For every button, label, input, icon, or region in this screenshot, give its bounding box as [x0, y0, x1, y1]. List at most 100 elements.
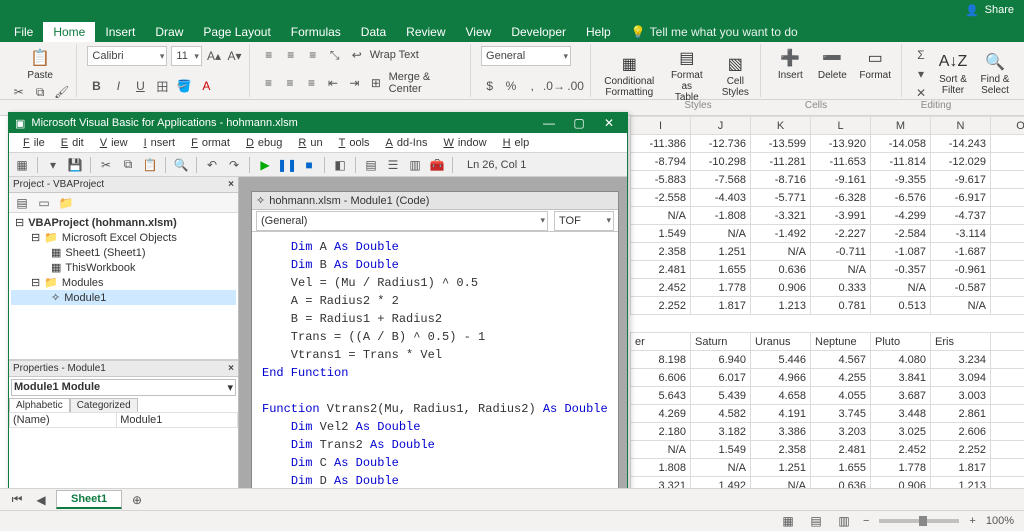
border-button[interactable]: 田	[153, 77, 171, 95]
table-row[interactable]: 2.4521.7780.9060.333N/A-0.587	[631, 279, 1024, 297]
table-row[interactable]: 2.3581.251N/A-0.711-1.087-1.687	[631, 243, 1024, 261]
currency-icon[interactable]: $	[481, 77, 498, 95]
vba-titlebar[interactable]: ▣ Microsoft Visual Basic for Application…	[9, 113, 627, 133]
align-center-icon[interactable]: ≡	[281, 74, 298, 92]
tree-minus-icon[interactable]: ⊟	[31, 231, 40, 244]
vba-menu-insert[interactable]: Insert	[136, 135, 180, 151]
find-select-button[interactable]: 🔍Find & Select	[976, 50, 1014, 98]
clear-icon[interactable]: ✕	[912, 84, 930, 102]
ribbon-tab-insert[interactable]: Insert	[95, 22, 145, 42]
props-tab-categorized[interactable]: Categorized	[70, 398, 138, 412]
vba-menu-edit[interactable]: Edit	[53, 135, 88, 151]
toolbox-icon[interactable]: 🧰	[428, 156, 446, 174]
paste-icon[interactable]: 📋	[141, 156, 159, 174]
undo-icon[interactable]: ↶	[203, 156, 221, 174]
fill-color-button[interactable]: 🪣	[175, 77, 193, 95]
col-header[interactable]: N	[931, 117, 991, 135]
underline-button[interactable]: U	[131, 77, 149, 95]
indent-inc-icon[interactable]: ⇥	[346, 74, 363, 92]
close-icon[interactable]: ✕	[597, 115, 621, 131]
run-icon[interactable]: ▶	[256, 156, 274, 174]
minimize-icon[interactable]: ―	[537, 115, 561, 131]
project-explorer-icon[interactable]: ▤	[362, 156, 380, 174]
properties-icon[interactable]: ☰	[384, 156, 402, 174]
increase-font-icon[interactable]: A▴	[206, 47, 222, 65]
tree-minus-icon[interactable]: ⊟	[15, 216, 24, 229]
tree-module1[interactable]: Module1	[64, 292, 106, 304]
ribbon-tab-help[interactable]: Help	[576, 22, 621, 42]
zoom-out-icon[interactable]: −	[863, 515, 869, 527]
font-size-combo[interactable]: 11	[171, 46, 201, 66]
indent-dec-icon[interactable]: ⇤	[324, 74, 341, 92]
vba-menu-help[interactable]: Help	[495, 135, 534, 151]
save-icon[interactable]: 💾	[66, 156, 84, 174]
sheet-nav-first-icon[interactable]: ⏮	[8, 491, 26, 509]
table-row[interactable]: 8.1986.9405.4464.5674.0803.234	[631, 351, 1024, 369]
col-header[interactable]: I	[631, 117, 691, 135]
project-root[interactable]: VBAProject (hohmann.xlsm)	[28, 217, 177, 229]
cut-icon[interactable]: ✂	[97, 156, 115, 174]
align-top-icon[interactable]: ≡	[260, 46, 278, 64]
format-painter-icon[interactable]: 🖌	[53, 83, 70, 101]
page-layout-view-icon[interactable]: ▤	[807, 512, 825, 530]
props-object-combo[interactable]: Module1 Module▾	[11, 379, 236, 396]
font-color-button[interactable]: A	[197, 77, 215, 95]
decrease-font-icon[interactable]: A▾	[226, 47, 242, 65]
vba-menu-view[interactable]: View	[92, 135, 132, 151]
vba-menu-format[interactable]: Format	[183, 135, 234, 151]
ribbon-tab-draw[interactable]: Draw	[145, 22, 193, 42]
ribbon-tab-developer[interactable]: Developer	[501, 22, 576, 42]
toggle-folders-icon[interactable]: 📁	[57, 194, 75, 212]
copy-icon[interactable]: ⧉	[119, 156, 137, 174]
table-row[interactable]: 2.2521.8171.2130.7810.513N/A	[631, 297, 1024, 315]
tree-excel-objects[interactable]: Microsoft Excel Objects	[62, 232, 177, 244]
ribbon-tab-review[interactable]: Review	[396, 22, 455, 42]
col-header[interactable]: L	[811, 117, 871, 135]
ribbon-tab-data[interactable]: Data	[351, 22, 396, 42]
vba-menu-tools[interactable]: Tools	[331, 135, 374, 151]
col-header[interactable]: K	[751, 117, 811, 135]
break-icon[interactable]: ❚❚	[278, 156, 296, 174]
table-row[interactable]: -8.794-10.298-11.281-11.653-11.814-12.02…	[631, 153, 1024, 171]
merge-icon[interactable]: ⊞	[367, 74, 384, 92]
tree-modules[interactable]: Modules	[62, 277, 104, 289]
insert-cells-button[interactable]: ➕Insert	[771, 46, 809, 83]
props-close-icon[interactable]: ×	[228, 363, 234, 374]
project-close-icon[interactable]: ×	[228, 179, 234, 190]
table-row[interactable]: N/A-1.808-3.321-3.991-4.299-4.737	[631, 207, 1024, 225]
font-name-combo[interactable]: Calibri	[87, 46, 167, 66]
ribbon-tab-file[interactable]: File	[4, 22, 43, 42]
vba-menu-file[interactable]: File	[15, 135, 49, 151]
ribbon-tab-home[interactable]: Home	[43, 22, 95, 42]
page-break-view-icon[interactable]: ▥	[835, 512, 853, 530]
ribbon-tab-formulas[interactable]: Formulas	[281, 22, 351, 42]
view-excel-icon[interactable]: ▦	[13, 156, 31, 174]
props-table[interactable]: (Name)Module1	[9, 412, 238, 428]
tree-sheet1[interactable]: Sheet1 (Sheet1)	[65, 247, 145, 259]
new-sheet-icon[interactable]: ⊕	[128, 491, 146, 509]
insert-dropdown-icon[interactable]: ▾	[44, 156, 62, 174]
copy-icon[interactable]: ⧉	[31, 83, 48, 101]
table-row[interactable]: 2.1803.1823.3863.2033.0252.606	[631, 423, 1024, 441]
table-row[interactable]: 4.2694.5824.1913.7453.4482.861	[631, 405, 1024, 423]
number-format-combo[interactable]: General	[481, 46, 571, 66]
zoom-in-icon[interactable]: +	[969, 515, 975, 527]
code-editor[interactable]: Dim A As Double Dim B As Double Vel = (M…	[252, 232, 618, 492]
table-row[interactable]: erSaturnUranusNeptunePlutoEris	[631, 333, 1024, 351]
percent-icon[interactable]: %	[502, 77, 519, 95]
worksheet-grid[interactable]: IJKLMNO-11.386-12.736-13.599-13.920-14.0…	[630, 116, 1024, 495]
table-row[interactable]: -5.883-7.568-8.716-9.161-9.355-9.617	[631, 171, 1024, 189]
align-bottom-icon[interactable]: ≡	[304, 46, 322, 64]
zoom-level[interactable]: 100%	[986, 515, 1014, 527]
tree-minus-icon[interactable]: ⊟	[31, 276, 40, 289]
orientation-icon[interactable]: ⤡	[326, 46, 344, 64]
bold-button[interactable]: B	[87, 77, 105, 95]
props-tab-alphabetic[interactable]: Alphabetic	[9, 398, 70, 412]
view-code-icon[interactable]: ▤	[13, 194, 31, 212]
props-name-value[interactable]: Module1	[117, 413, 238, 428]
decrease-decimal-icon[interactable]: .00	[567, 77, 584, 95]
align-left-icon[interactable]: ≡	[260, 74, 277, 92]
delete-cells-button[interactable]: ➖Delete	[813, 46, 851, 83]
table-row[interactable]: 1.808N/A1.2511.6551.7781.817	[631, 459, 1024, 477]
col-header[interactable]: O	[991, 117, 1024, 135]
